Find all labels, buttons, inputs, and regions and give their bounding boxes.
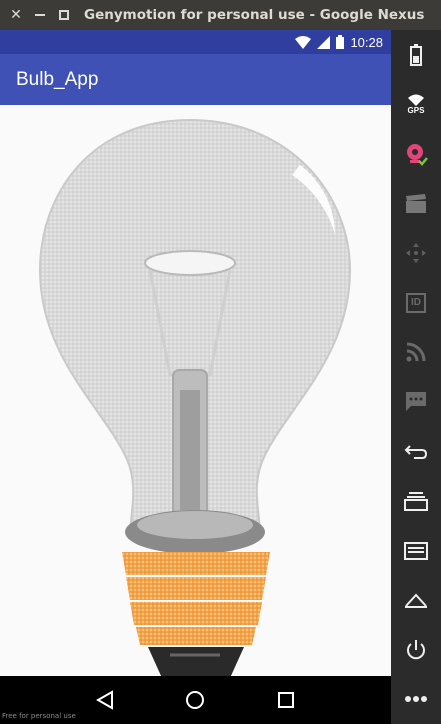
watermark: Free for personal use (2, 712, 76, 720)
window-title: Genymotion for personal use - Google Nex… (84, 7, 429, 23)
close-window-icon[interactable]: ✕ (6, 5, 26, 25)
webcam-icon[interactable] (391, 129, 441, 179)
status-bar: 10:28 (0, 30, 391, 54)
wifi-icon (295, 35, 312, 49)
more-icon[interactable] (391, 675, 441, 724)
id-icon[interactable]: ID (391, 278, 441, 328)
main-content (0, 105, 391, 678)
id-label: ID (406, 292, 426, 313)
window-title-bar: ✕ Genymotion for personal use - Google N… (0, 0, 441, 30)
back-icon[interactable] (391, 427, 441, 477)
app-bar: Bulb_App (0, 54, 391, 105)
power-icon[interactable] (391, 625, 441, 675)
menu-icon[interactable] (391, 526, 441, 576)
recents-icon[interactable] (271, 685, 301, 715)
battery-icon[interactable] (391, 30, 441, 80)
light-bulb-image[interactable] (30, 105, 360, 678)
home-icon[interactable] (180, 685, 210, 715)
dpad-icon[interactable] (391, 228, 441, 278)
back-icon[interactable] (90, 685, 120, 715)
message-icon[interactable] (391, 377, 441, 427)
home-icon[interactable] (391, 575, 441, 625)
status-time: 10:28 (350, 34, 383, 50)
device-screen: 10:28 Bulb_App (0, 30, 391, 724)
signal-icon (317, 35, 331, 49)
gps-label: GPS (407, 105, 425, 115)
gps-icon[interactable]: GPS (391, 80, 441, 130)
clapperboard-icon[interactable] (391, 179, 441, 229)
minimize-window-icon[interactable] (30, 5, 50, 25)
maximize-window-icon[interactable] (54, 5, 74, 25)
genymotion-sidebar: GPS ID (391, 30, 441, 724)
recents-icon[interactable] (391, 476, 441, 526)
rss-icon[interactable] (391, 327, 441, 377)
battery-icon (336, 35, 345, 49)
app-title: Bulb_App (16, 68, 99, 90)
